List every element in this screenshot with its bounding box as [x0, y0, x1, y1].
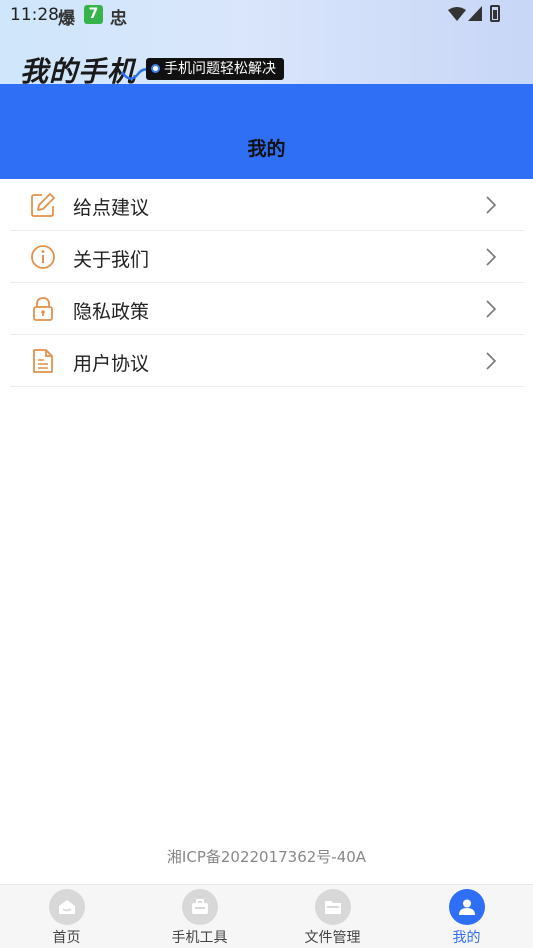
- menu-item-feedback[interactable]: 给点建议: [10, 179, 524, 231]
- page-header: 我的: [0, 84, 533, 179]
- menu-item-about[interactable]: 关于我们: [10, 231, 524, 283]
- notification-app-icon: 忠: [110, 9, 127, 29]
- folder-icon: [314, 889, 351, 925]
- bottom-tab-bar: 首页 手机工具 文件管理 我的: [0, 884, 533, 948]
- tab-phone-tools[interactable]: 手机工具: [133, 885, 266, 948]
- tab-label: 我的: [452, 930, 481, 946]
- edit-icon: [31, 193, 55, 217]
- wifi-icon: [448, 7, 466, 21]
- document-icon: [33, 349, 53, 373]
- chevron-right-icon: [486, 352, 496, 370]
- menu-item-label: 给点建议: [73, 197, 150, 219]
- tab-label: 文件管理: [304, 930, 361, 946]
- battery-icon: [490, 5, 500, 22]
- notification-app-icon: 7: [84, 5, 103, 24]
- chevron-right-icon: [486, 196, 496, 214]
- tag-dot-icon: [151, 64, 160, 73]
- status-bar: 11:28 爆 7 忠: [0, 0, 533, 30]
- brand-tagline-text: 手机问题轻松解决: [164, 61, 276, 77]
- notification-app-icon: 爆: [58, 9, 75, 29]
- info-icon: [31, 245, 55, 269]
- mine-screen: 11:28 爆 7 忠 我的手机 手机问题轻松解决 我的 给点建议 关于我们 隐…: [0, 0, 533, 948]
- tab-label: 首页: [52, 930, 81, 946]
- lock-icon: [33, 297, 53, 321]
- user-icon: [448, 889, 485, 925]
- top-banner: 11:28 爆 7 忠 我的手机 手机问题轻松解决: [0, 0, 533, 88]
- menu-item-label: 关于我们: [73, 249, 150, 271]
- page-title: 我的: [247, 138, 286, 160]
- settings-menu: 给点建议 关于我们 隐私政策 用户协议: [10, 179, 524, 387]
- home-icon: [48, 889, 85, 925]
- signal-icon: [468, 6, 482, 21]
- menu-item-user-agreement[interactable]: 用户协议: [10, 335, 524, 387]
- brand-tagline: 手机问题轻松解决: [146, 58, 284, 80]
- tab-file-manager[interactable]: 文件管理: [266, 885, 399, 948]
- tab-mine[interactable]: 我的: [400, 885, 533, 948]
- toolbox-icon: [181, 889, 218, 925]
- icp-record[interactable]: 湘ICP备2022017362号-40A: [0, 846, 533, 867]
- tab-home[interactable]: 首页: [0, 885, 133, 948]
- chevron-right-icon: [486, 300, 496, 318]
- status-time: 11:28: [10, 5, 59, 25]
- menu-item-privacy[interactable]: 隐私政策: [10, 283, 524, 335]
- tab-label: 手机工具: [171, 930, 228, 946]
- menu-item-label: 用户协议: [73, 353, 150, 375]
- menu-item-label: 隐私政策: [73, 301, 150, 323]
- chevron-right-icon: [486, 248, 496, 266]
